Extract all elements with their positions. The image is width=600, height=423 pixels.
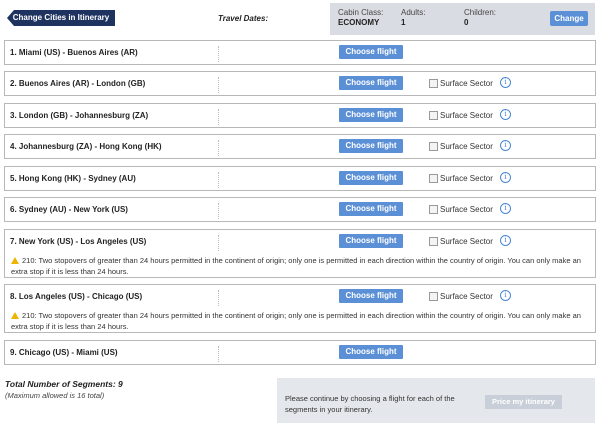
continue-message: Please continue by choosing a flight for…	[285, 394, 455, 414]
change-button[interactable]: Change	[550, 11, 588, 26]
segment-row: 1. Miami (US) - Buenos Aires (AR) Choose…	[4, 40, 596, 65]
surface-sector-label: Surface Sector	[440, 292, 493, 301]
stopover-warning: 210: Two stopovers of greater than 24 ho…	[11, 255, 591, 277]
cabin-class-value: ECONOMY	[338, 18, 380, 27]
info-icon[interactable]: i	[500, 203, 511, 214]
segment-route: 9. Chicago (US) - Miami (US)	[10, 348, 118, 357]
surface-sector-label: Surface Sector	[440, 79, 493, 88]
cabin-class-label: Cabin Class:	[338, 8, 384, 17]
segment-row: 6. Sydney (AU) - New York (US) Choose fl…	[4, 197, 596, 222]
choose-flight-button[interactable]: Choose flight	[339, 76, 403, 90]
surface-sector-checkbox[interactable]	[429, 111, 438, 120]
children-label: Children:	[464, 8, 497, 17]
info-icon[interactable]: i	[500, 77, 511, 88]
segment-row: 4. Johannesburg (ZA) - Hong Kong (HK) Ch…	[4, 134, 596, 159]
change-cities-button[interactable]: Change Cities in Itinerary	[7, 10, 115, 26]
segment-row: 9. Chicago (US) - Miami (US) Choose flig…	[4, 340, 596, 365]
stopover-warning: 210: Two stopovers of greater than 24 ho…	[11, 310, 591, 332]
warning-text: 210: Two stopovers of greater than 24 ho…	[11, 311, 581, 331]
children-value: 0	[464, 18, 469, 27]
itinerary-header: Change Cities in Itinerary Travel Dates:…	[0, 0, 600, 36]
info-icon[interactable]: i	[500, 140, 511, 151]
column-divider	[218, 77, 219, 93]
travel-dates-label: Travel Dates:	[218, 14, 269, 23]
adults-label: Adults:	[401, 8, 426, 17]
segment-route: 5. Hong Kong (HK) - Sydney (AU)	[10, 174, 136, 183]
surface-sector-label: Surface Sector	[440, 237, 493, 246]
segment-route: 3. London (GB) - Johannesburg (ZA)	[10, 111, 149, 120]
column-divider	[218, 172, 219, 188]
choose-flight-button[interactable]: Choose flight	[339, 202, 403, 216]
segment-route: 7. New York (US) - Los Angeles (US)	[10, 237, 147, 246]
surface-sector-checkbox[interactable]	[429, 142, 438, 151]
info-icon[interactable]: i	[500, 109, 511, 120]
surface-sector-label: Surface Sector	[440, 174, 493, 183]
surface-sector-checkbox[interactable]	[429, 174, 438, 183]
column-divider	[218, 46, 219, 62]
segment-route: 4. Johannesburg (ZA) - Hong Kong (HK)	[10, 142, 162, 151]
surface-sector-label: Surface Sector	[440, 205, 493, 214]
segment-route: 2. Buenos Aires (AR) - London (GB)	[10, 79, 146, 88]
info-icon[interactable]: i	[500, 235, 511, 246]
column-divider	[218, 346, 219, 362]
column-divider	[218, 109, 219, 125]
column-divider	[218, 290, 219, 306]
surface-sector-label: Surface Sector	[440, 142, 493, 151]
warning-icon	[11, 257, 19, 264]
segment-row: 3. London (GB) - Johannesburg (ZA) Choos…	[4, 103, 596, 128]
choose-flight-button[interactable]: Choose flight	[339, 289, 403, 303]
choose-flight-button[interactable]: Choose flight	[339, 139, 403, 153]
segment-row: 2. Buenos Aires (AR) - London (GB) Choos…	[4, 71, 596, 96]
surface-sector-checkbox[interactable]	[429, 205, 438, 214]
choose-flight-button[interactable]: Choose flight	[339, 108, 403, 122]
segment-row: 5. Hong Kong (HK) - Sydney (AU) Choose f…	[4, 166, 596, 191]
info-icon[interactable]: i	[500, 290, 511, 301]
price-itinerary-button[interactable]: Price my itinerary	[485, 395, 562, 409]
warning-text: 210: Two stopovers of greater than 24 ho…	[11, 256, 581, 276]
choose-flight-button[interactable]: Choose flight	[339, 345, 403, 359]
surface-sector-label: Surface Sector	[440, 111, 493, 120]
segment-row: 8. Los Angeles (US) - Chicago (US) Choos…	[4, 284, 596, 333]
segment-route: 8. Los Angeles (US) - Chicago (US)	[10, 292, 143, 301]
surface-sector-checkbox[interactable]	[429, 292, 438, 301]
segment-route: 6. Sydney (AU) - New York (US)	[10, 205, 128, 214]
choose-flight-button[interactable]: Choose flight	[339, 234, 403, 248]
pricing-panel: Please continue by choosing a flight for…	[277, 378, 595, 423]
segment-route: 1. Miami (US) - Buenos Aires (AR)	[10, 48, 138, 57]
total-segments: Total Number of Segments: 9	[5, 379, 123, 389]
max-allowed-note: (Maximum allowed is 16 total)	[5, 391, 105, 400]
choose-flight-button[interactable]: Choose flight	[339, 45, 403, 59]
column-divider	[218, 140, 219, 156]
warning-icon	[11, 312, 19, 319]
choose-flight-button[interactable]: Choose flight	[339, 171, 403, 185]
info-icon[interactable]: i	[500, 172, 511, 183]
surface-sector-checkbox[interactable]	[429, 79, 438, 88]
surface-sector-checkbox[interactable]	[429, 237, 438, 246]
column-divider	[218, 203, 219, 219]
segment-row: 7. New York (US) - Los Angeles (US) Choo…	[4, 229, 596, 278]
column-divider	[218, 235, 219, 251]
cabin-summary-panel: Cabin Class: ECONOMY Adults: 1 Children:…	[330, 3, 595, 35]
adults-value: 1	[401, 18, 406, 27]
